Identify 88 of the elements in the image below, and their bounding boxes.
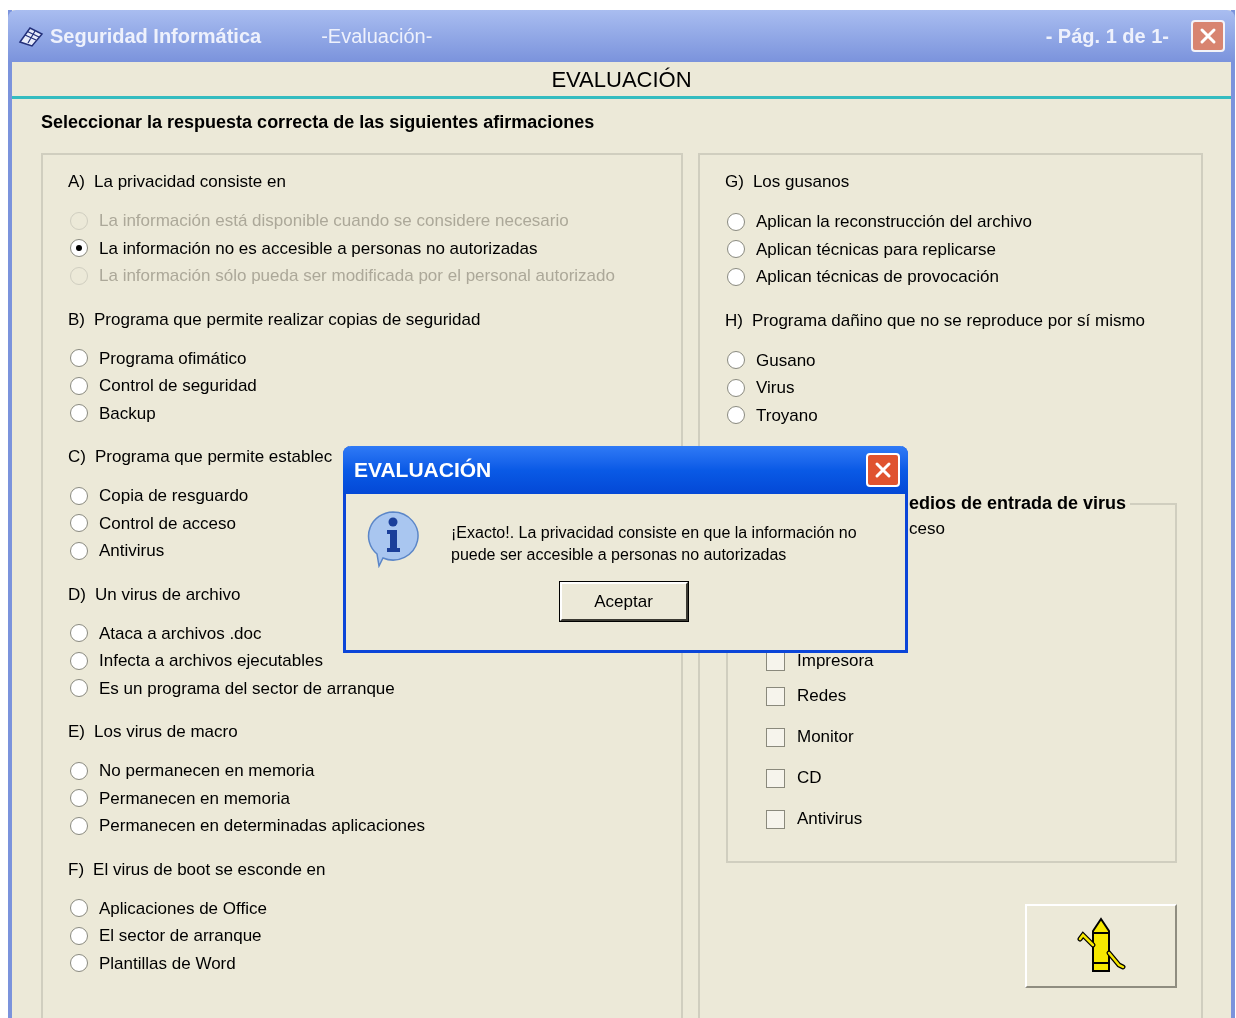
radio-button[interactable] [70,789,88,808]
checkbox[interactable] [766,809,785,829]
radio-button[interactable] [70,954,88,973]
page-indicator: - Pág. 1 de 1- [1045,24,1169,49]
window-subtitle: -Evaluación- [321,24,433,49]
option-label: La información no es accesible a personas no autorizadas [99,237,538,260]
grid-icon [18,24,44,48]
question-text: Los gusanos [752,171,850,194]
option-label: Es un programa del sector de arranque [99,677,395,700]
option-label: Infecta a archivos ejecutables [99,650,323,672]
group-legend: edios de entrada de virus [909,489,1127,517]
option-label: Copia de resguardo [99,485,249,507]
radio-button[interactable] [70,651,88,670]
question-text: Un virus de archivo [94,583,241,606]
question-text: Programa dañino que no se reproduce por sí mismo [751,309,1146,332]
option-label: La información sólo pueda ser modificada por el personal autorizado [99,265,615,287]
info-icon [365,510,421,568]
radio-button[interactable] [727,378,745,397]
radio-button[interactable] [727,267,745,286]
option-label: ceso [909,518,945,541]
question-letter: G) [725,171,744,194]
radio-button[interactable] [70,239,88,258]
question-letter: F) [68,858,85,881]
option-label: Aplican técnicas de provocación [756,266,999,288]
option-label: Redes [797,685,847,708]
option-label: Monitor [797,726,854,749]
option-label: Permanecen en determinadas aplicaciones [99,815,426,837]
radio-button[interactable] [727,240,745,259]
radio-button[interactable] [727,406,745,425]
instruction-text: Seleccionar la respuesta correcta de las siguientes afirmaciones [41,112,595,132]
close-icon [1198,26,1218,46]
radio-button[interactable] [70,376,88,395]
question-text: Los virus de macro [94,721,238,744]
radio-button[interactable] [70,541,88,560]
option-label: No permanecen en memoria [99,760,315,782]
window-title: Seguridad Informática [50,24,262,49]
dialog-message: ¡Exacto!. La privacidad consiste en que la información no puede ser accesible a personas no autorizadas [451,523,858,565]
question-text: Programa que permite establec [94,446,333,469]
option-label: Control de seguridad [99,375,257,397]
option-label: Troyano [756,404,818,427]
option-label: Aplican la reconstrucción del archivo [756,211,1032,233]
checkbox[interactable] [766,686,785,706]
option-label: Backup [99,402,156,425]
option-label: Ataca a archivos .doc [99,622,262,645]
page-heading: EVALUACIÓN [551,65,692,94]
option-label: Control de acceso [99,512,237,535]
question-text: La privacidad consiste en [94,171,286,194]
checkbox[interactable] [766,768,785,788]
question-letter: A) [68,171,85,194]
option-label: Programa ofimático [99,347,247,370]
radio-button[interactable] [70,926,88,945]
mascot-button[interactable] [1025,904,1177,988]
radio-button[interactable] [727,351,745,370]
question-letter: D) [68,583,86,606]
radio-button[interactable] [70,349,88,368]
question-letter: H) [725,309,743,332]
radio-button[interactable] [70,404,88,423]
option-label: El sector de arranque [99,925,262,947]
question-letter: E) [68,721,85,744]
radio-button[interactable] [727,212,745,231]
radio-button[interactable] [70,514,88,533]
radio-button[interactable] [70,816,88,835]
checkbox[interactable] [766,727,785,747]
question-text: Programa que permite realizar copias de seguridad [94,308,481,331]
crayon-icon [1075,917,1127,975]
option-label: Gusano [756,349,816,372]
option-label: Aplicaciones de Office [99,897,267,920]
question-text: El virus de boot se esconde en [93,858,326,881]
question-letter: C) [68,446,86,469]
option-label: Aplican técnicas para replicarse [756,238,996,261]
question-letter: B) [68,308,85,331]
option-label: Antivirus [99,540,165,562]
option-label: Permanecen en memoria [99,787,290,810]
option-label: Plantillas de Word [99,952,236,975]
option-label: CD [797,767,822,790]
option-label: Impresora [797,650,874,673]
accept-button[interactable]: Aceptar [559,582,688,621]
option-label: Virus [756,377,795,399]
close-button[interactable] [1191,20,1225,52]
radio-button[interactable] [70,624,88,643]
option-label: Antivirus [797,808,863,831]
radio-button[interactable] [70,679,88,698]
dialog-title: EVALUACIÓN [354,457,492,484]
radio-button[interactable] [70,761,88,780]
radio-button[interactable] [70,899,88,918]
option-label: La información está disponible cuando se considere necesario [99,210,569,232]
radio-button[interactable] [70,486,88,505]
close-icon [873,460,893,480]
